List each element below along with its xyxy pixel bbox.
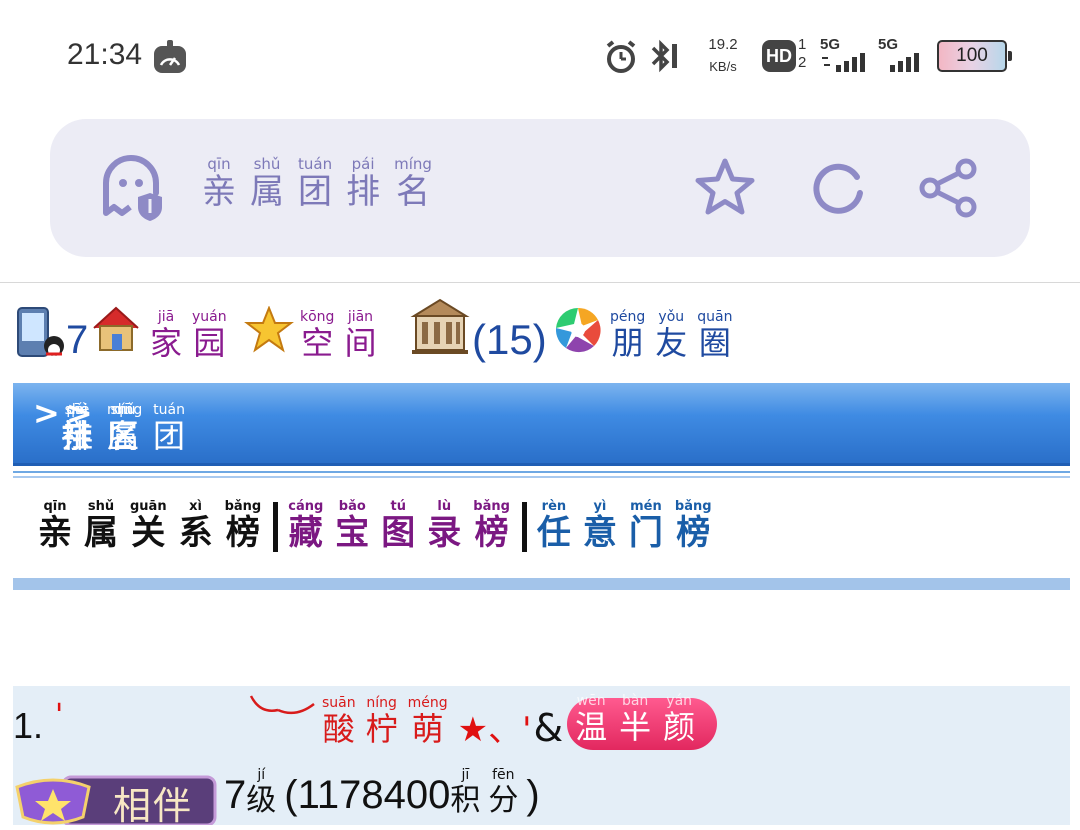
title-char: 排pái — [346, 155, 381, 212]
tab-char: 关guān — [130, 499, 167, 553]
moments-aperture-icon[interactable] — [554, 306, 602, 354]
breadcrumb: 社shè 区qū > 亲qīn 属shǔ 团tuán > 排pái 名míng — [13, 383, 1070, 466]
tab-char: 亲qīn — [38, 499, 72, 553]
signal-bars-icon — [822, 53, 865, 72]
nav-char: 间jiān — [344, 309, 377, 362]
refresh-icon[interactable] — [805, 155, 871, 221]
partner-char: 温wēn — [575, 693, 608, 746]
nick-char: 萌méng — [407, 695, 448, 748]
breadcrumb-underline — [13, 471, 1070, 478]
status-bar: 21:34 19.2 KB/s HD 1 2 5G 5G 100 — [0, 0, 1080, 110]
tabs-underline — [13, 578, 1070, 590]
companion-badge: 相伴 — [13, 773, 217, 828]
star-badge-icon[interactable] — [244, 306, 294, 354]
tab-char: 榜bǎng — [224, 499, 262, 553]
star-icon[interactable] — [692, 155, 758, 221]
points-close: ) — [526, 773, 540, 817]
nav-char: 友yǒu — [655, 309, 688, 362]
tab-treasure-ranking[interactable]: 藏cáng 宝bǎo 图tú 录lù 榜bǎng — [288, 499, 522, 554]
net-speed-value: 19.2 — [708, 36, 738, 53]
nickname-suffix: ★、' — [457, 710, 532, 750]
home-icon[interactable] — [90, 302, 142, 354]
breadcrumb-current: 排pái 名míng — [61, 402, 156, 457]
tab-char: 属shǔ — [84, 499, 118, 553]
partner-char: 半bàn — [619, 693, 652, 746]
nav-moments-link[interactable]: 朋péng 友yǒu 圈quān — [610, 309, 743, 364]
tab-quest-ranking[interactable]: 任rèn 意yì 门mén 榜bǎng — [536, 499, 724, 554]
crumb-char: 排pái — [61, 402, 94, 455]
battery-indicator: 100 — [937, 40, 1012, 72]
crumb-char: 团tuán — [153, 402, 186, 455]
tab-char: 门mén — [628, 499, 663, 553]
qq-phone-icon[interactable] — [16, 306, 66, 358]
signal-bars-icon — [890, 53, 919, 72]
page-title: 亲qīn 属shǔ 团tuán 排pái 名míng — [202, 155, 446, 213]
smile-curve-icon — [249, 695, 315, 715]
points-value: (1178400 — [284, 773, 451, 817]
rank-number: 1. — [13, 705, 44, 746]
nav-space-link[interactable]: 空kōng 间jiān — [300, 309, 386, 364]
nav-group-count: (15) — [472, 316, 547, 363]
speedometer-icon — [154, 40, 186, 73]
nav-char: 家jiā — [150, 309, 183, 362]
alarm-icon — [606, 40, 636, 73]
hd-badge: HD — [762, 40, 796, 72]
points-char: 分fēn — [488, 767, 519, 818]
tab-char: 系xì — [178, 499, 213, 553]
tab-separator — [521, 502, 527, 552]
ranking-tabs: 亲qīn 属shǔ 关guān 系xì 榜bǎng 藏cáng 宝bǎo 图tú… — [38, 499, 724, 554]
nav-char: 朋péng — [610, 309, 646, 362]
breadcrumb-separator: > — [33, 394, 60, 432]
signal-1: 5G — [820, 36, 868, 74]
badge-label: 相伴 — [113, 784, 194, 828]
crumb-char: 名míng — [107, 402, 143, 455]
level-points: 7 级jí (1178400 积jī 分fēn ) — [224, 767, 540, 819]
points-char: 积jī — [450, 767, 481, 818]
tab-char: 意yì — [582, 499, 617, 553]
header-divider — [0, 282, 1080, 283]
tab-char: 录lù — [427, 499, 462, 553]
network-speed: 19.2 KB/s — [700, 34, 746, 78]
share-icon[interactable] — [916, 155, 982, 221]
tab-char: 宝bǎo — [335, 499, 370, 553]
signal2-label: 5G — [878, 36, 899, 53]
sim1-label: 1 — [798, 36, 807, 53]
member-nickname[interactable]: 酸suān 柠níng 萌méng ★、' & 温wēn 半bàn 颜yán — [322, 690, 718, 750]
status-time: 21:34 — [67, 38, 143, 71]
tab-char: 榜bǎng — [473, 499, 510, 553]
partner-name-pill[interactable]: 温wēn 半bàn 颜yán — [567, 693, 718, 750]
tab-char: 任rèn — [536, 499, 571, 553]
battery-level: 100 — [956, 45, 988, 66]
nav-char: 圈quān — [697, 309, 733, 362]
level-number: 7 — [224, 773, 247, 817]
signal1-label: 5G — [820, 36, 841, 53]
tab-char: 藏cáng — [288, 499, 324, 553]
net-speed-unit: KB/s — [709, 59, 737, 74]
building-icon[interactable] — [410, 296, 470, 356]
level-char: 级jí — [246, 767, 277, 818]
sim2-label: 2 — [798, 54, 807, 71]
nickname-quote: ' — [55, 698, 64, 733]
nav-count: 7 — [66, 318, 89, 362]
tab-char: 榜bǎng — [674, 499, 712, 553]
tab-char: 图tú — [381, 499, 416, 553]
nav-char: 园yuán — [192, 309, 227, 362]
partner-char: 颜yán — [663, 693, 696, 746]
nick-char: 柠níng — [365, 695, 398, 748]
ghost-shield-icon[interactable] — [98, 153, 168, 223]
title-char: 亲qīn — [202, 155, 236, 212]
title-char: 名míng — [394, 155, 432, 212]
tab-separator — [273, 502, 279, 552]
signal-2: 5G — [878, 36, 926, 74]
nav-home-link[interactable]: 家jiā 园yuán — [150, 309, 237, 364]
nick-char: 酸suān — [322, 695, 356, 748]
browser-header: 亲qīn 属shǔ 团tuán 排pái 名míng — [50, 119, 1030, 257]
tab-relation-ranking[interactable]: 亲qīn 属shǔ 关guān 系xì 榜bǎng — [38, 499, 273, 554]
title-char: 团tuán — [298, 155, 333, 212]
title-char: 属shǔ — [250, 155, 284, 212]
bluetooth-icon — [651, 39, 677, 73]
nav-char: 空kōng — [300, 309, 335, 362]
sim-index: 1 2 — [798, 36, 806, 72]
ampersand: & — [533, 706, 564, 750]
